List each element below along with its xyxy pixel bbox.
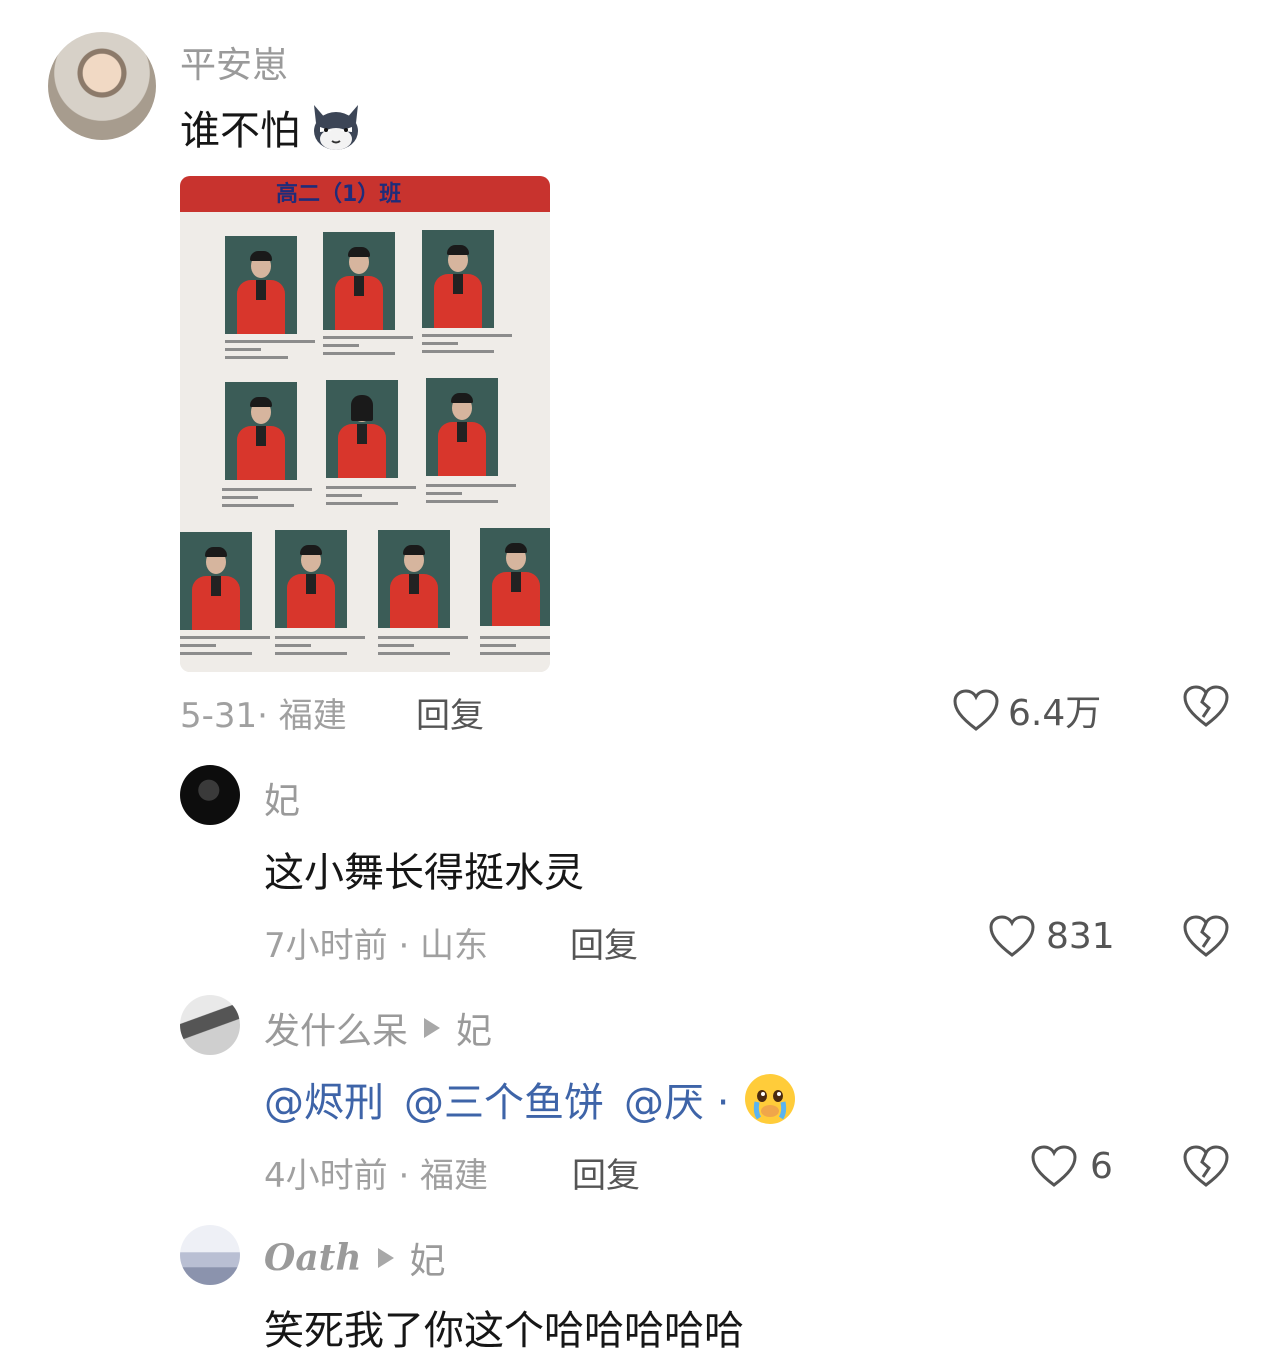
class-photo-image[interactable]: 高二（1）班: [180, 176, 550, 672]
reply-arrow-icon: [424, 1018, 441, 1038]
reply-button[interactable]: 回复: [572, 1148, 640, 1197]
photo-header-text: 高二（1）班: [276, 182, 402, 207]
reply-text: 这小舞长得挺水灵: [264, 850, 584, 896]
student-photo: [480, 528, 550, 626]
student-caption: [323, 336, 413, 366]
photo-page: [180, 212, 550, 672]
reply-username[interactable]: Oath: [264, 1237, 362, 1279]
heart-icon: [952, 688, 1000, 732]
student-caption: [275, 636, 365, 666]
avatar[interactable]: [180, 1225, 240, 1285]
comment-text: 谁不怕: [180, 108, 300, 154]
reply-time-location: 4小时前 · 福建: [264, 1156, 489, 1196]
reply-arrow-icon: [377, 1248, 394, 1268]
mention-link[interactable]: @厌 ·: [624, 1070, 729, 1128]
like-count: 6: [1090, 1145, 1113, 1187]
like-button[interactable]: 831: [988, 914, 1115, 958]
broken-heart-icon: [1182, 1144, 1230, 1188]
comment-body: 谁不怕: [180, 98, 364, 156]
reply-to-username[interactable]: 妃: [456, 1002, 492, 1054]
mention-link[interactable]: @三个鱼饼: [404, 1070, 604, 1128]
student-photo: [378, 530, 450, 628]
like-button[interactable]: 6.4万: [952, 684, 1101, 736]
sly-cat-emoji-icon: [308, 101, 364, 153]
dislike-button[interactable]: [1182, 684, 1230, 732]
reply-username[interactable]: 发什么呆: [264, 1002, 408, 1054]
comment-date-location: 5-31· 福建: [180, 696, 347, 736]
reply-time-location: 7小时前 · 山东: [264, 926, 489, 966]
reply-button[interactable]: 回复: [570, 918, 638, 967]
student-caption: [222, 488, 312, 518]
dislike-button[interactable]: [1182, 914, 1230, 962]
student-caption: [180, 636, 270, 666]
student-photo: [326, 380, 398, 478]
avatar[interactable]: [180, 765, 240, 825]
student-photo: [225, 382, 297, 480]
dislike-button[interactable]: [1182, 1144, 1230, 1192]
like-button[interactable]: 6: [1030, 1144, 1113, 1188]
like-count: 831: [1046, 915, 1115, 957]
crying-face-emoji-icon: [743, 1072, 797, 1126]
reply-to-username[interactable]: 妃: [410, 1232, 446, 1284]
student-photo: [275, 530, 347, 628]
student-photo: [180, 532, 252, 630]
broken-heart-icon: [1182, 684, 1230, 728]
photo-header-banner: 高二（1）班: [180, 176, 550, 212]
student-caption: [480, 636, 550, 666]
student-photo: [225, 236, 297, 334]
comment-username[interactable]: 平安崽: [180, 36, 288, 88]
student-caption: [426, 484, 516, 514]
mention-link[interactable]: @烬刑: [264, 1070, 384, 1128]
student-photo: [426, 378, 498, 476]
avatar[interactable]: [48, 32, 156, 140]
student-caption: [225, 340, 315, 370]
student-photo: [323, 232, 395, 330]
student-caption: [422, 334, 512, 364]
reply-username[interactable]: 妃: [264, 772, 300, 824]
heart-icon: [1030, 1144, 1078, 1188]
student-caption: [378, 636, 468, 666]
broken-heart-icon: [1182, 914, 1230, 958]
reply-body: @烬刑 @三个鱼饼 @厌 ·: [264, 1070, 797, 1128]
avatar[interactable]: [180, 995, 240, 1055]
reply-header: 发什么呆 妃: [264, 1002, 492, 1054]
reply-button[interactable]: 回复: [416, 688, 484, 737]
student-caption: [326, 486, 416, 516]
reply-header: Oath 妃: [264, 1232, 446, 1284]
heart-icon: [988, 914, 1036, 958]
reply-text: 笑死我了你这个哈哈哈哈哈: [264, 1308, 744, 1354]
student-photo: [422, 230, 494, 328]
like-count: 6.4万: [1008, 693, 1102, 734]
